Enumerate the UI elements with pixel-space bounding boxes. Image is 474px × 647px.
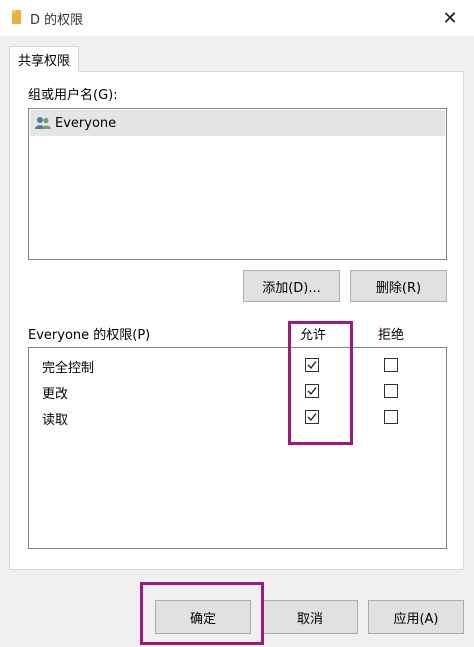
user-listbox[interactable]: Everyone bbox=[28, 108, 447, 260]
title-bar: D 的权限 ✕ bbox=[0, 0, 474, 36]
group-list-label: 组或用户名(G): bbox=[28, 88, 118, 103]
allow-checkbox-full-control[interactable] bbox=[305, 358, 319, 372]
cancel-button-label: 取消 bbox=[296, 611, 323, 627]
permissions-list: 完全控制 更改 读取 bbox=[28, 347, 447, 549]
permission-row-change: 更改 bbox=[29, 378, 446, 404]
apply-button[interactable]: 应用(A) bbox=[368, 600, 464, 634]
remove-button[interactable]: 删除(R) bbox=[350, 270, 447, 302]
tab-label: 共享权限 bbox=[17, 54, 70, 69]
deny-checkbox-full-control[interactable] bbox=[384, 358, 398, 372]
users-icon bbox=[35, 117, 51, 129]
checkmark-icon bbox=[307, 413, 317, 422]
close-icon: ✕ bbox=[442, 7, 458, 29]
add-button[interactable]: 添加(D)... bbox=[243, 270, 340, 302]
permission-name: 读取 bbox=[42, 413, 69, 428]
list-item-everyone[interactable]: Everyone bbox=[30, 110, 445, 136]
checkmark-icon bbox=[307, 387, 317, 396]
permissions-label: Everyone 的权限(P) bbox=[28, 328, 151, 343]
tab-share-permissions[interactable]: 共享权限 bbox=[9, 46, 79, 72]
permission-row-read: 读取 bbox=[29, 404, 446, 430]
ok-button[interactable]: 确定 bbox=[155, 600, 251, 634]
folder-icon bbox=[12, 10, 21, 24]
add-button-label: 添加(D)... bbox=[262, 280, 321, 296]
allow-checkbox-change[interactable] bbox=[305, 384, 319, 398]
allow-checkbox-read[interactable] bbox=[305, 410, 319, 424]
deny-column-header: 拒绝 bbox=[378, 328, 405, 343]
permission-row-full-control: 完全控制 bbox=[29, 352, 446, 378]
permission-name: 更改 bbox=[42, 387, 69, 402]
apply-button-label: 应用(A) bbox=[393, 611, 439, 627]
allow-column-header: 允许 bbox=[300, 328, 327, 343]
checkmark-icon bbox=[307, 361, 317, 370]
remove-button-label: 删除(R) bbox=[375, 280, 422, 296]
user-name: Everyone bbox=[55, 115, 117, 131]
close-button[interactable]: ✕ bbox=[438, 6, 462, 30]
window-title: D 的权限 bbox=[30, 13, 84, 28]
deny-checkbox-change[interactable] bbox=[384, 384, 398, 398]
deny-checkbox-read[interactable] bbox=[384, 410, 398, 424]
cancel-button[interactable]: 取消 bbox=[262, 600, 358, 634]
permission-name: 完全控制 bbox=[42, 361, 95, 376]
ok-button-label: 确定 bbox=[189, 611, 216, 627]
